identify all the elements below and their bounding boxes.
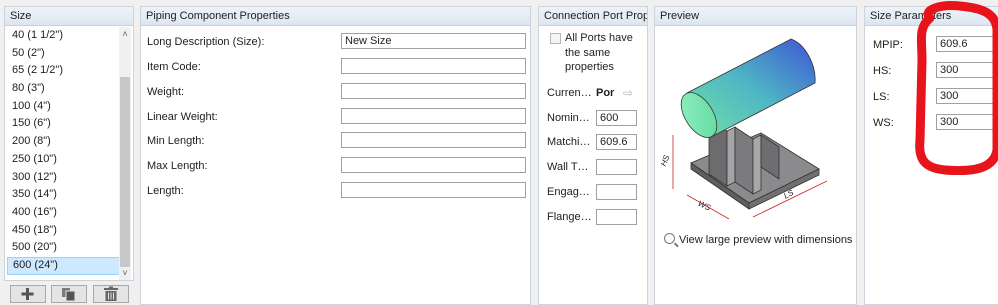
engagement-label: Engag… — [547, 186, 590, 198]
copy-size-button[interactable] — [51, 285, 87, 303]
min-length-input[interactable] — [341, 132, 526, 148]
all-ports-same-label: All Ports have the same properties — [565, 32, 633, 73]
size-panel-title: Size — [5, 7, 133, 26]
size-list-item[interactable]: 80 (3") — [7, 80, 120, 98]
nominal-size-label: Nomin… — [547, 112, 590, 124]
current-port-label: Curren… — [547, 87, 592, 99]
wall-thickness-label: Wall T… — [547, 161, 589, 173]
magnifier-icon — [664, 233, 675, 244]
add-icon — [21, 288, 34, 300]
add-size-button[interactable] — [10, 285, 46, 303]
size-list-item-selected[interactable]: 600 (24") — [7, 256, 120, 275]
mpip-label: MPIP: — [873, 39, 903, 51]
weight-input[interactable] — [341, 83, 526, 99]
max-length-label: Max Length: — [147, 160, 208, 172]
ws-dimension-label: WS — [697, 199, 713, 213]
view-large-preview-text: View large preview with dimensions — [679, 234, 853, 246]
size-list-item[interactable]: 400 (16") — [7, 204, 120, 222]
length-label: Length: — [147, 185, 184, 197]
size-panel: Size 40 (1 1/2") 50 (2") 65 (2 1/2") 80 … — [4, 6, 134, 281]
size-list-item[interactable]: 350 (14") — [7, 186, 120, 204]
red-annotation-circle — [915, 1, 998, 175]
wall-thickness-input[interactable] — [596, 159, 637, 175]
ls-label: LS: — [873, 91, 890, 103]
current-port-value: Por — [596, 87, 615, 99]
size-list[interactable]: 40 (1 1/2") 50 (2") 65 (2 1/2") 80 (3") … — [7, 27, 120, 279]
preview-panel-title: Preview — [655, 7, 856, 26]
size-list-item[interactable]: 500 (20") — [7, 239, 120, 257]
conn-panel-title: Connection Port Prop — [539, 7, 647, 26]
matching-pipe-od-label: Matchi… — [547, 136, 591, 148]
piping-component-properties-panel: Piping Component Properties Long Descrip… — [140, 6, 531, 305]
view-large-preview-link[interactable]: View large preview with dimensions — [664, 233, 852, 246]
pipe-support-preview-image: HS WS LS — [659, 38, 828, 220]
size-list-item[interactable]: 150 (6") — [7, 115, 120, 133]
linear-weight-label: Linear Weight: — [147, 111, 218, 123]
size-list-item[interactable]: 450 (18") — [7, 222, 120, 240]
engagement-input[interactable] — [596, 184, 637, 200]
flange-thickness-input[interactable] — [596, 209, 637, 225]
nominal-size-input[interactable]: 600 — [596, 110, 637, 126]
size-list-item[interactable]: 40 (1 1/2") — [7, 27, 120, 45]
props-panel-title: Piping Component Properties — [141, 7, 530, 26]
long-description-label: Long Description (Size): — [147, 36, 265, 48]
delete-icon — [104, 286, 118, 301]
size-list-item[interactable]: 100 (4") — [7, 98, 120, 116]
length-input[interactable] — [341, 182, 526, 198]
long-description-input[interactable]: New Size — [341, 33, 526, 49]
hs-dimension-label: HS — [659, 153, 671, 167]
weight-label: Weight: — [147, 86, 185, 98]
matching-pipe-od-input[interactable]: 609.6 — [596, 134, 637, 150]
arrow-right-icon[interactable]: ⇨ — [623, 85, 633, 101]
linear-weight-input[interactable] — [341, 108, 526, 124]
hs-label: HS: — [873, 65, 892, 77]
item-code-input[interactable] — [341, 58, 526, 74]
scroll-up-icon[interactable]: ˄ — [119, 27, 131, 41]
max-length-input[interactable] — [341, 157, 526, 173]
size-list-scrollbar[interactable]: ˄ ˅ — [119, 27, 131, 280]
item-code-label: Item Code: — [147, 61, 201, 73]
flange-thickness-label: Flange… — [547, 211, 592, 223]
preview-panel: Preview HS WS LS View large preview with… — [654, 6, 857, 305]
min-length-label: Min Length: — [147, 135, 205, 147]
size-list-item[interactable]: 50 (2") — [7, 45, 120, 63]
size-list-item[interactable]: 250 (10") — [7, 151, 120, 169]
delete-size-button[interactable] — [93, 285, 129, 303]
scroll-down-icon[interactable]: ˅ — [119, 266, 131, 280]
size-list-item[interactable]: 300 (12") — [7, 169, 120, 187]
ws-label: WS: — [873, 117, 894, 129]
connection-port-properties-panel: Connection Port Prop All Ports have the … — [538, 6, 648, 305]
scrollbar-thumb[interactable] — [120, 77, 130, 267]
size-list-item[interactable]: 65 (2 1/2") — [7, 62, 120, 80]
all-ports-same-checkbox[interactable] — [550, 33, 561, 44]
copy-icon — [62, 288, 76, 302]
size-list-item[interactable]: 200 (8") — [7, 133, 120, 151]
